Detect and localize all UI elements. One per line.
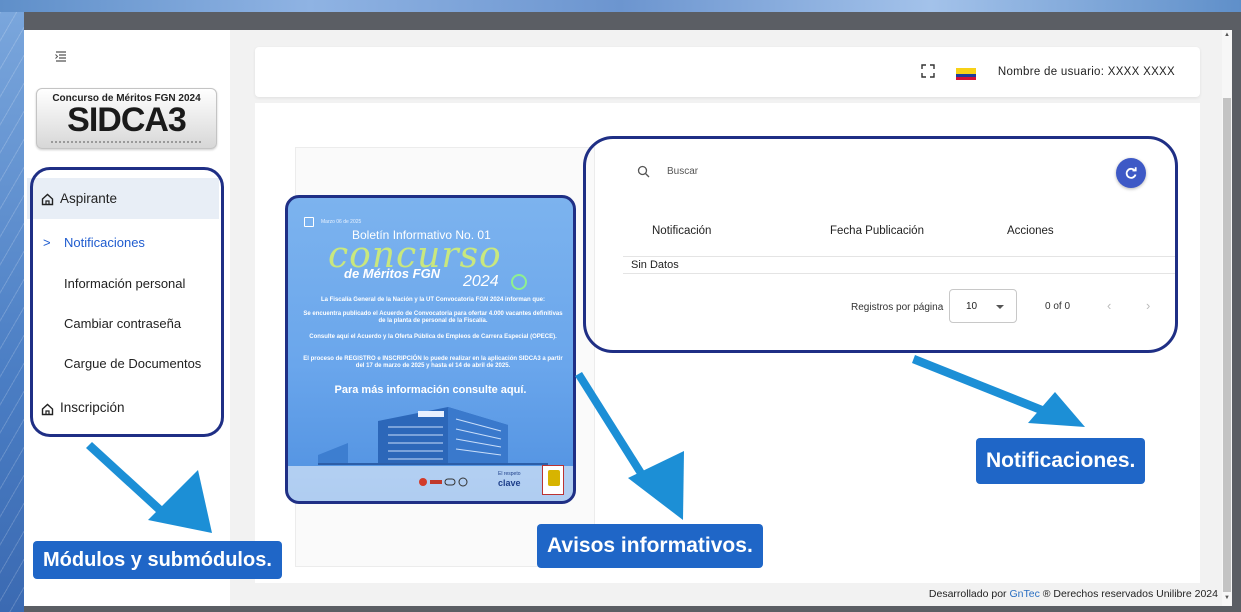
callout-avisos: Avisos informativos. xyxy=(537,524,763,568)
background-banner xyxy=(0,0,1241,12)
username-label[interactable]: Nombre de usuario: XXXX XXXX xyxy=(998,66,1175,78)
colombia-flag-icon[interactable] xyxy=(956,68,976,80)
callout-avisos-text: Avisos informativos. xyxy=(547,534,753,557)
footer: Desarrollado por GnTec ® Derechos reserv… xyxy=(24,588,1218,600)
poster-year: 2024 xyxy=(463,273,499,290)
poster-more-info: Para más información consulte aquí. xyxy=(334,384,527,396)
notice-poster[interactable]: Marzo 06 de 2025 Boletín Informativo No.… xyxy=(285,195,576,504)
shield-icon xyxy=(548,470,560,486)
fiscalia-logo xyxy=(542,465,564,495)
menu-toggle-icon[interactable] xyxy=(54,50,68,64)
logo: Concurso de Méritos FGN 2024 SIDCA3 xyxy=(36,88,217,149)
partner-logos xyxy=(419,477,468,487)
scrollbar[interactable]: ▲ ▼ xyxy=(1222,30,1232,606)
poster-paragraph-2: Consulte aquí el Acuerdo y la Oferta Púb… xyxy=(309,334,557,340)
logo-title: SIDCA3 xyxy=(67,101,187,139)
footer-suffix: ® Derechos reservados Unilibre 2024 xyxy=(1039,588,1218,600)
modules-highlight xyxy=(30,167,224,437)
poster-slogan-main: clave xyxy=(498,478,521,488)
callout-modules-text: Módulos y submódulos. xyxy=(43,549,272,571)
building-image xyxy=(318,407,548,465)
poster-slogan: El respeto clave xyxy=(498,470,521,488)
logo-fineprint xyxy=(51,141,201,143)
callout-notificaciones-text: Notificaciones. xyxy=(986,449,1136,472)
poster-paragraph-1: Se encuentra publicado el Acuerdo de Con… xyxy=(303,311,563,325)
scrollbar-thumb[interactable] xyxy=(1223,98,1231,592)
top-bar: Nombre de usuario: XXXX XXXX xyxy=(255,47,1200,97)
scroll-down-icon[interactable]: ▼ xyxy=(1224,595,1230,601)
fullscreen-icon[interactable] xyxy=(921,64,935,78)
poster-meritos: de Méritos FGN xyxy=(344,266,441,281)
scroll-up-icon[interactable]: ▲ xyxy=(1224,32,1230,38)
poster-date: Marzo 06 de 2025 xyxy=(321,219,362,225)
poster-paragraph-3: El proceso de REGISTRO e INSCRIPCIÓN lo … xyxy=(303,356,563,370)
background-side xyxy=(0,12,24,612)
check-circle-icon xyxy=(511,274,527,290)
callout-notificaciones: Notificaciones. xyxy=(976,438,1146,484)
poster-intro: La Fiscalía General de la Nación y la UT… xyxy=(320,297,546,303)
footer-prefix: Desarrollado por xyxy=(928,588,1010,600)
notifications-highlight xyxy=(583,136,1178,353)
calendar-icon xyxy=(304,217,314,227)
gntec-link[interactable]: GnTec xyxy=(1009,588,1039,600)
callout-modules: Módulos y submódulos. xyxy=(33,541,282,579)
